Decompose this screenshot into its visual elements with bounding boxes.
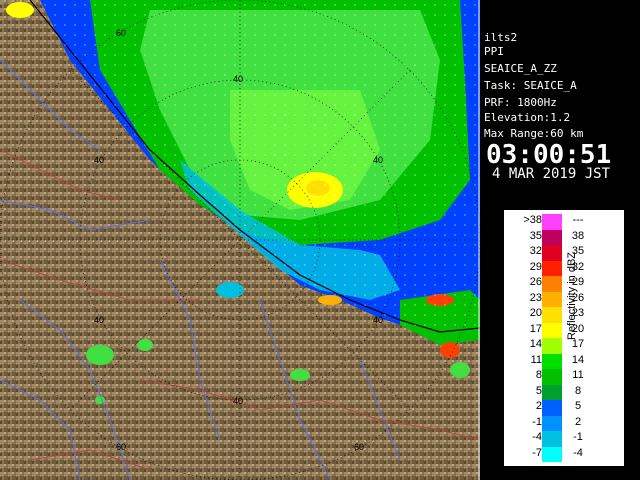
legend-row: 17 20 [504, 322, 624, 338]
radar-ppi-display: 40 40 40 40 40 40 60 60 60 [0, 0, 480, 480]
legend-row: 26 29 [504, 276, 624, 292]
product-name: SEAICE_A_ZZ [484, 62, 557, 75]
legend-swatch [542, 400, 562, 416]
legend-swatch [542, 229, 562, 245]
legend-lower-value: 8 [535, 369, 542, 381]
range-label-60-bl: 60 [116, 442, 126, 452]
legend-lower-value: 20 [529, 307, 542, 319]
color-legend: >38 --- 35 38 32 35 29 32 26 29 23 26 20 23 17 20 14 17 11… [504, 210, 624, 466]
range-label-60-tl: 60 [116, 28, 126, 38]
legend-lower-value: 2 [535, 400, 542, 412]
legend-row: 35 38 [504, 229, 624, 245]
legend-swatch [542, 307, 562, 323]
legend-lower-value: 29 [529, 260, 542, 273]
echo-land-3 [290, 369, 310, 381]
legend-swatch [542, 260, 562, 276]
legend-lower-value: -7 [532, 446, 542, 459]
legend-swatch [542, 214, 562, 230]
range-label-40-right: 40 [373, 155, 383, 165]
echo-land-1 [86, 345, 114, 365]
legend-upper-value: 38 [571, 229, 585, 242]
legend-row: 25 [504, 400, 624, 416]
echo-land-5 [450, 362, 470, 378]
legend-upper-value: 5 [574, 400, 582, 412]
range-label-40-left: 40 [94, 155, 104, 165]
legend-lower-value: 26 [529, 276, 542, 288]
max-range-value: Max Range:60 km [484, 127, 584, 140]
elevation-value: Elevation:1.2 [484, 111, 571, 124]
legend-upper-value: --- [572, 214, 584, 226]
legend-row: -4 -1 [504, 431, 624, 447]
legend-upper-value: 11 [572, 369, 584, 381]
legend-swatch [542, 384, 562, 400]
legend-swatch [542, 369, 562, 385]
legend-swatch [542, 338, 562, 354]
prf-value: PRF: 1800Hz [484, 96, 557, 109]
legend-row: 32 35 [504, 245, 624, 261]
legend-row: 11 14 [504, 353, 624, 369]
legend-upper-value: -1 [573, 431, 583, 443]
legend-lower-value: 5 [535, 384, 542, 397]
legend-lower-value: 32 [529, 245, 542, 257]
legend-swatch [542, 276, 562, 292]
legend-upper-value: -4 [573, 446, 583, 459]
legend-swatch [542, 322, 562, 338]
legend-swatch [542, 291, 562, 307]
legend-row: 20 23 [504, 307, 624, 323]
range-label-40-top: 40 [233, 74, 243, 84]
legend-unit-label: Reflectivity in dBZ [566, 251, 578, 340]
echo-land-7 [6, 2, 34, 18]
legend-lower-value: >38 [523, 214, 542, 226]
legend-swatch [542, 446, 562, 462]
legend-lower-value: 17 [529, 322, 542, 335]
legend-swatch [542, 431, 562, 447]
legend-row: >38 --- [504, 214, 624, 230]
legend-lower-value: -1 [532, 415, 542, 428]
range-label-40-bottom: 40 [233, 396, 243, 406]
legend-lower-value: -4 [532, 431, 542, 443]
legend-row: -1 2 [504, 415, 624, 431]
observation-date: 4 MAR 2019 JST [492, 166, 611, 182]
legend-swatch [542, 245, 562, 261]
legend-lower-value: 14 [529, 338, 542, 350]
legend-swatch [542, 353, 562, 369]
legend-row: 14 17 [504, 338, 624, 354]
scan-mode: PPI [484, 45, 504, 58]
legend-lower-value: 23 [529, 291, 542, 304]
echo-land-2 [137, 339, 153, 351]
legend-upper-value: 2 [574, 415, 582, 428]
range-label-60-br: 60 [354, 442, 364, 452]
range-label-40-lr: 40 [373, 315, 383, 325]
legend-swatch [542, 415, 562, 431]
legend-row: -7 -4 [504, 446, 624, 462]
legend-upper-value: 14 [571, 353, 585, 366]
radar-site: ilts2 [484, 31, 518, 44]
legend-row: 58 [504, 384, 624, 400]
task-name: Task: SEAICE_A [484, 79, 577, 92]
legend-lower-value: 35 [529, 229, 542, 242]
legend-row: 29 32 [504, 260, 624, 276]
range-label-40-ll: 40 [94, 315, 104, 325]
legend-upper-value: 8 [574, 384, 582, 397]
legend-row: 23 26 [504, 291, 624, 307]
legend-lower-value: 11 [530, 353, 542, 366]
legend-row: 8 11 [504, 369, 624, 385]
